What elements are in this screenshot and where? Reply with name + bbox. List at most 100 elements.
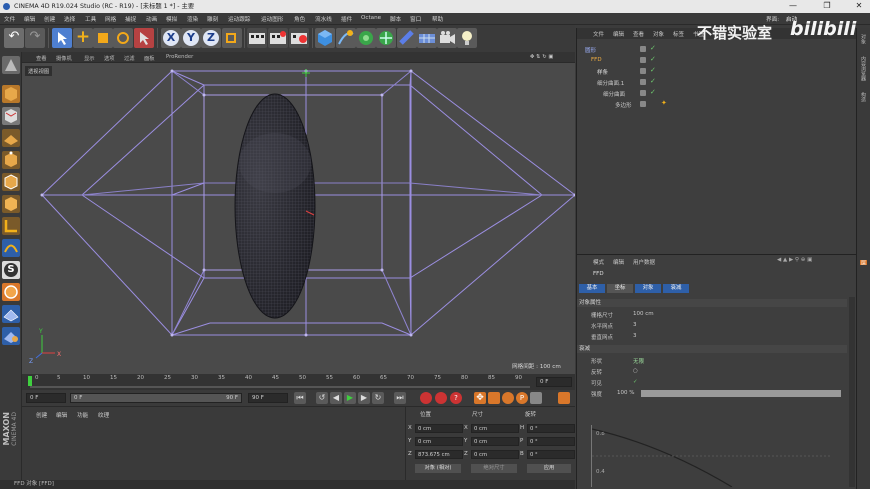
record-keys-icon[interactable] — [420, 392, 432, 404]
menu-create[interactable]: 创建 — [44, 15, 55, 23]
light-icon[interactable] — [457, 28, 477, 48]
visibility-toggle-icon[interactable] — [640, 90, 646, 96]
axis-mode-icon[interactable] — [2, 217, 20, 235]
attr-menu-edit[interactable]: 编辑 — [613, 258, 624, 266]
obj-menu-edit[interactable]: 编辑 — [613, 30, 624, 38]
tag-icon[interactable]: ✦ — [661, 99, 667, 107]
prev-key-icon[interactable]: ↺ — [316, 392, 328, 404]
z-axis-lock-icon[interactable]: Z — [201, 28, 221, 48]
enabled-check-icon[interactable]: ✓ — [650, 88, 656, 96]
enabled-check-icon[interactable]: ✓ — [650, 66, 656, 74]
obj-menu-tags[interactable]: 标签 — [673, 30, 684, 38]
polygons-mode-icon[interactable] — [2, 195, 20, 213]
object-row[interactable]: 圆形 ✓ — [577, 44, 857, 55]
vp-menu-prorender[interactable]: ProRender — [166, 54, 193, 60]
object-row[interactable]: 细分曲面.1 ✓ — [577, 77, 857, 88]
menu-window[interactable]: 窗口 — [410, 15, 421, 23]
mat-menu-function[interactable]: 功能 — [77, 411, 88, 419]
autokey-icon[interactable] — [435, 392, 447, 404]
deformer-icon[interactable] — [397, 28, 417, 48]
vp-menu-panel[interactable]: 面板 — [144, 54, 155, 62]
visibility-toggle-icon[interactable] — [640, 68, 646, 74]
keyframe-selection-icon[interactable]: ? — [450, 392, 462, 404]
visibility-toggle-icon[interactable] — [640, 101, 646, 107]
obj-menu-object[interactable]: 对象 — [653, 30, 664, 38]
close-button[interactable]: ✕ — [848, 0, 870, 13]
texture-mode-icon[interactable] — [2, 107, 20, 125]
horizontal-points-field[interactable]: 3 — [633, 322, 637, 328]
tab-falloff[interactable]: 衰减 — [663, 284, 689, 293]
attr-nav-icons[interactable]: ◀ ▲ ▶ ⚲ ⊕ ▣ — [777, 257, 812, 263]
coord-mode-dropdown[interactable]: 对象 (相对) — [415, 464, 461, 473]
menu-sculpt[interactable]: 雕刻 — [207, 15, 218, 23]
current-frame-field[interactable]: 0 F — [536, 377, 572, 387]
enabled-check-icon[interactable]: ✓ — [650, 55, 656, 63]
pen-spline-icon[interactable] — [336, 28, 356, 48]
obj-menu-view[interactable]: 查看 — [633, 30, 644, 38]
position-x-field[interactable]: 0 cm — [415, 424, 463, 433]
vp-menu-camera[interactable]: 摄像机 — [56, 54, 72, 62]
side-tab-content-browser[interactable]: 内容浏览器 — [860, 56, 867, 81]
points-mode-icon[interactable] — [2, 151, 20, 169]
rotate-icon[interactable] — [113, 28, 133, 48]
key-parameter-icon[interactable]: P — [516, 392, 528, 404]
menu-tools[interactable]: 工具 — [85, 15, 96, 23]
camera-icon[interactable] — [437, 28, 457, 48]
recent-tool-icon[interactable] — [134, 28, 154, 48]
vp-menu-filter[interactable]: 过滤 — [124, 54, 135, 62]
position-y-field[interactable]: 0 cm — [415, 437, 463, 446]
mat-menu-edit[interactable]: 编辑 — [56, 411, 67, 419]
rotation-p-field[interactable]: 0 ° — [527, 437, 575, 446]
strength-field[interactable]: 100 % — [617, 390, 634, 396]
menu-edit[interactable]: 编辑 — [24, 15, 35, 23]
vertical-points-field[interactable]: 3 — [633, 333, 637, 339]
minimize-button[interactable]: — — [782, 0, 804, 13]
visibility-toggle-icon[interactable] — [640, 79, 646, 85]
tab-object[interactable]: 对象 — [635, 284, 661, 293]
tab-basic[interactable]: 基本 — [579, 284, 605, 293]
menu-script[interactable]: 脚本 — [390, 15, 401, 23]
obj-menu-file[interactable]: 文件 — [593, 30, 604, 38]
maximize-button[interactable]: ❐ — [816, 0, 838, 13]
enable-axis-icon[interactable] — [2, 283, 20, 301]
start-frame-field[interactable]: 0 F — [26, 393, 66, 403]
render-settings-icon[interactable] — [289, 28, 309, 48]
vp-menu-view[interactable]: 查看 — [36, 54, 47, 62]
menu-animate[interactable]: 动画 — [146, 15, 157, 23]
enabled-check-icon[interactable]: ✓ — [650, 77, 656, 85]
timeline-window-icon[interactable] — [558, 392, 570, 404]
coordinate-system-icon[interactable] — [222, 28, 242, 48]
play-icon[interactable]: ▶ — [344, 392, 356, 404]
tab-coordinates[interactable]: 坐标 — [607, 284, 633, 293]
menu-snap[interactable]: 捕捉 — [125, 15, 136, 23]
timeline-ruler[interactable]: 0 5 10 15 20 25 30 35 40 45 50 55 60 65 … — [22, 374, 575, 390]
side-tab-structure[interactable]: 构造 — [860, 92, 867, 102]
visibility-toggle-icon[interactable] — [640, 57, 646, 63]
move-icon[interactable]: + — [73, 28, 93, 48]
workplane-icon[interactable] — [2, 129, 20, 147]
key-scale-icon[interactable] — [488, 392, 500, 404]
rotation-b-field[interactable]: 0 ° — [527, 450, 575, 459]
vp-nav-icons[interactable]: ✥ ⇅ ↻ ▣ — [530, 54, 553, 60]
vp-menu-options[interactable]: 选项 — [104, 54, 115, 62]
key-position-icon[interactable]: ✥ — [474, 392, 486, 404]
render-view-icon[interactable] — [247, 28, 267, 48]
render-picture-viewer-icon[interactable] — [268, 28, 288, 48]
side-tab-layers[interactable]: 层 — [860, 260, 867, 265]
key-pla-icon[interactable] — [530, 392, 542, 404]
menu-render[interactable]: 渲染 — [187, 15, 198, 23]
prev-frame-icon[interactable]: ◀ — [330, 392, 342, 404]
goto-start-icon[interactable]: ⏮ — [294, 392, 306, 404]
rotation-h-field[interactable]: 0 ° — [527, 424, 575, 433]
menu-character[interactable]: 角色 — [294, 15, 305, 23]
menu-octane[interactable]: Octane — [361, 15, 381, 21]
preview-range-slider[interactable]: 0 F 90 F — [70, 393, 242, 403]
size-y-field[interactable]: 0 cm — [471, 437, 519, 446]
mat-menu-texture[interactable]: 纹理 — [98, 411, 109, 419]
menu-pipeline[interactable]: 流水线 — [315, 15, 332, 23]
menu-help[interactable]: 帮助 — [432, 15, 443, 23]
subdivision-surface-icon[interactable] — [356, 28, 376, 48]
apply-button[interactable]: 应用 — [527, 464, 571, 473]
object-row[interactable]: 多边形 ✦ — [577, 99, 857, 110]
redo-icon[interactable]: ↷ — [25, 28, 45, 48]
